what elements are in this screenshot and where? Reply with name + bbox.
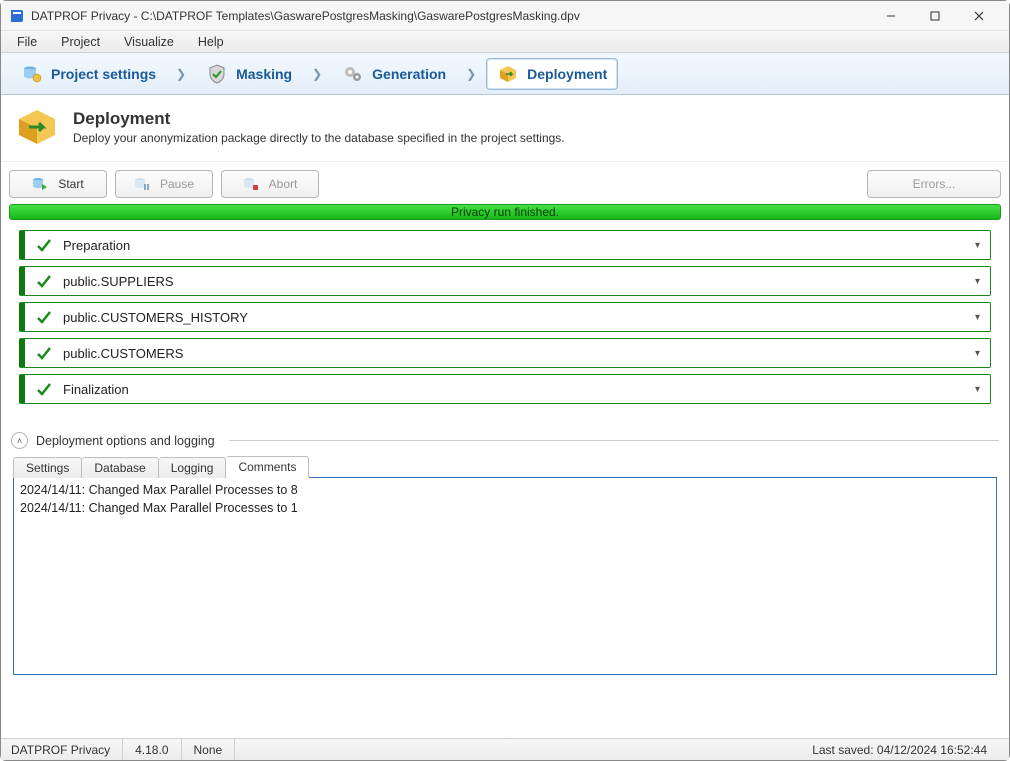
step-row[interactable]: public.SUPPLIERS ▾ [19, 266, 991, 296]
button-label: Start [58, 177, 83, 191]
step-label: public.CUSTOMERS_HISTORY [63, 310, 975, 325]
errors-button[interactable]: Errors... [867, 170, 1001, 198]
chevron-down-icon[interactable]: ▾ [975, 312, 980, 323]
comment-line: 2024/14/11: Changed Max Parallel Process… [20, 500, 990, 518]
menu-file[interactable]: File [7, 33, 47, 51]
button-label: Errors... [913, 177, 956, 191]
crumb-label: Deployment [527, 66, 607, 82]
chevron-down-icon[interactable]: ▾ [975, 348, 980, 359]
crumb-label: Project settings [51, 66, 156, 82]
gears-icon [342, 63, 364, 85]
window-controls [869, 2, 1001, 30]
step-row[interactable]: Preparation ▾ [19, 230, 991, 260]
crumb-project-settings[interactable]: Project settings [11, 59, 166, 89]
button-label: Pause [160, 177, 194, 191]
check-icon [35, 308, 53, 326]
comment-line: 2024/14/11: Changed Max Parallel Process… [20, 482, 990, 500]
divider [229, 440, 999, 441]
chevron-right-icon: ❯ [308, 67, 326, 81]
step-row[interactable]: Finalization ▾ [19, 374, 991, 404]
tabs: Settings Database Logging Comments [1, 453, 1009, 477]
minimize-button[interactable] [869, 2, 913, 30]
chevron-right-icon: ❯ [172, 67, 190, 81]
check-icon [35, 272, 53, 290]
progress-text: Privacy run finished. [451, 205, 559, 219]
close-button[interactable] [957, 2, 1001, 30]
check-icon [35, 236, 53, 254]
pause-button[interactable]: Pause [115, 170, 213, 198]
section-label: Deployment options and logging [36, 434, 215, 448]
menu-visualize[interactable]: Visualize [114, 33, 184, 51]
crumb-deployment[interactable]: Deployment [486, 58, 618, 90]
shield-check-icon [206, 63, 228, 85]
abort-button[interactable]: Abort [221, 170, 319, 198]
step-label: Finalization [63, 382, 975, 397]
page-title: Deployment [73, 109, 565, 129]
box-arrow-icon [497, 63, 519, 85]
status-last-saved: Last saved: 04/12/2024 16:52:44 [800, 739, 999, 760]
tab-settings[interactable]: Settings [13, 457, 82, 478]
action-toolbar: Start Pause Abort Errors... [9, 170, 1001, 198]
chevron-down-icon[interactable]: ▾ [975, 276, 980, 287]
status-app: DATPROF Privacy [11, 739, 123, 760]
page-header: Deployment Deploy your anonymization pac… [1, 95, 1009, 162]
crumb-generation[interactable]: Generation [332, 59, 456, 89]
collapse-toggle[interactable]: ˄ [11, 432, 28, 449]
stop-db-icon [243, 176, 259, 192]
chevron-right-icon: ❯ [462, 67, 480, 81]
app-icon [9, 8, 25, 24]
menu-project[interactable]: Project [51, 33, 110, 51]
step-row[interactable]: public.CUSTOMERS_HISTORY ▾ [19, 302, 991, 332]
check-icon [35, 344, 53, 362]
steps-list: Preparation ▾ public.SUPPLIERS ▾ public.… [9, 230, 1001, 404]
chevron-down-icon[interactable]: ▾ [975, 384, 980, 395]
crumb-masking[interactable]: Masking [196, 59, 302, 89]
title-bar: DATPROF Privacy - C:\DATPROF Templates\G… [1, 1, 1009, 31]
step-label: public.SUPPLIERS [63, 274, 975, 289]
status-extra: None [182, 739, 236, 760]
play-db-icon [32, 176, 48, 192]
box-arrow-icon [15, 105, 59, 149]
progress-bar: Privacy run finished. [9, 204, 1001, 220]
menu-bar: File Project Visualize Help [1, 31, 1009, 53]
pause-db-icon [134, 176, 150, 192]
status-version: 4.18.0 [123, 739, 181, 760]
action-area: Start Pause Abort Errors... Privacy run … [1, 162, 1009, 414]
tab-comments[interactable]: Comments [226, 456, 309, 478]
tab-logging[interactable]: Logging [159, 457, 227, 478]
start-button[interactable]: Start [9, 170, 107, 198]
tab-database[interactable]: Database [82, 457, 158, 478]
step-row[interactable]: public.CUSTOMERS ▾ [19, 338, 991, 368]
window-title: DATPROF Privacy - C:\DATPROF Templates\G… [31, 9, 869, 23]
page-subtitle: Deploy your anonymization package direct… [73, 131, 565, 145]
status-bar: DATPROF Privacy 4.18.0 None Last saved: … [1, 738, 1009, 760]
check-icon [35, 380, 53, 398]
button-label: Abort [269, 177, 298, 191]
maximize-button[interactable] [913, 2, 957, 30]
menu-help[interactable]: Help [188, 33, 234, 51]
step-label: Preparation [63, 238, 975, 253]
crumb-label: Masking [236, 66, 292, 82]
chevron-down-icon[interactable]: ▾ [975, 240, 980, 251]
db-gear-icon [21, 63, 43, 85]
section-header: ˄ Deployment options and logging [1, 424, 1009, 453]
breadcrumb: Project settings ❯ Masking ❯ Generation … [1, 53, 1009, 95]
crumb-label: Generation [372, 66, 446, 82]
comments-panel[interactable]: 2024/14/11: Changed Max Parallel Process… [13, 477, 997, 675]
step-label: public.CUSTOMERS [63, 346, 975, 361]
